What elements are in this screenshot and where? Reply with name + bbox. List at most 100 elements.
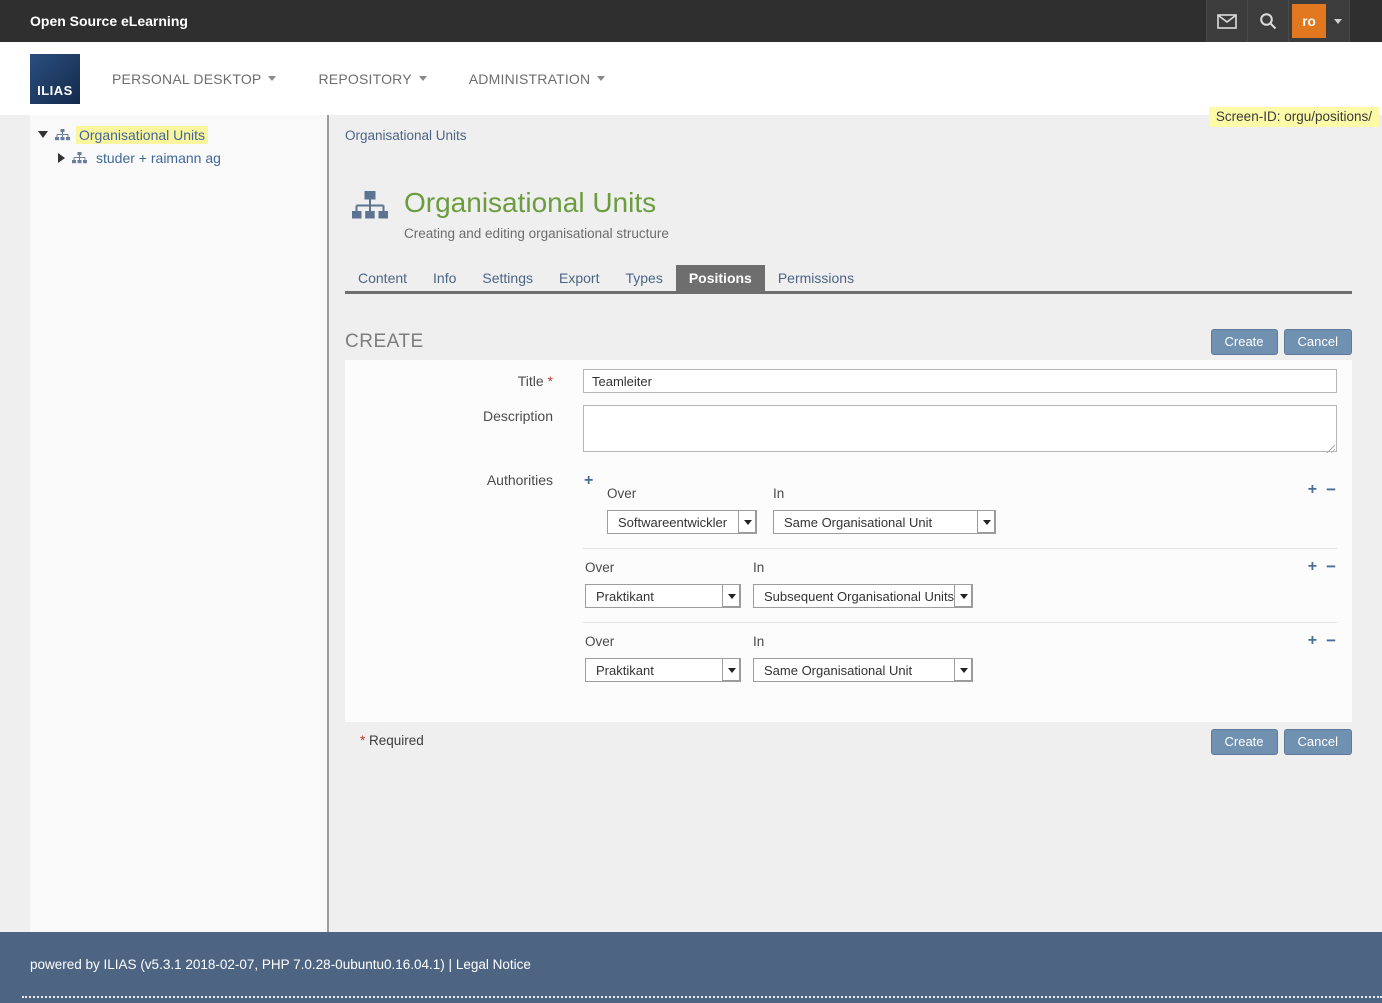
form-section-title: CREATE	[345, 331, 424, 353]
over-select[interactable]: Praktikant	[585, 658, 741, 682]
collapse-icon[interactable]	[38, 131, 48, 138]
tab-settings[interactable]: Settings	[469, 265, 546, 291]
panel-divider[interactable]	[327, 115, 329, 932]
remove-row-button[interactable]: −	[1326, 634, 1336, 648]
ilias-logo[interactable]: ILIAS	[30, 54, 80, 104]
authority-row-controls: + −	[1308, 483, 1336, 497]
form-panel: Title * Description	[345, 360, 1352, 722]
chevron-down-icon	[419, 76, 427, 81]
over-label: Over	[585, 634, 753, 649]
orgunit-page-icon	[352, 191, 388, 222]
in-select[interactable]: Subsequent Organisational Units	[753, 584, 973, 608]
cancel-button-top[interactable]: Cancel	[1284, 329, 1352, 355]
tree-link-studer-raimann-ag[interactable]: studer + raimann ag	[93, 149, 224, 167]
add-row-button[interactable]: +	[1308, 634, 1317, 648]
over-select-value: Softwareentwickler	[608, 515, 738, 530]
title-input[interactable]	[583, 369, 1337, 393]
expand-icon[interactable]	[58, 153, 65, 163]
authorities-label: Authorities	[345, 469, 583, 696]
in-select-value: Same Organisational Unit	[754, 663, 954, 678]
dropdown-button[interactable]	[977, 511, 995, 533]
tab-info[interactable]: Info	[420, 265, 469, 291]
authority-row-header: Over In	[585, 560, 1337, 575]
ilias-logo-text: ILIAS	[37, 83, 73, 98]
page-header: Organisational Units Creating and editin…	[345, 187, 1352, 241]
tab-content[interactable]: Content	[345, 265, 420, 291]
dropdown-button[interactable]	[722, 659, 740, 681]
in-label: In	[753, 634, 764, 649]
title-field-row: Title *	[345, 369, 1337, 393]
dropdown-button[interactable]	[738, 511, 756, 533]
top-icon-group: ro	[1206, 0, 1350, 42]
authority-row: Over In + − Praktikant	[583, 622, 1337, 696]
footer-dotted-divider	[22, 996, 1382, 998]
app-title: Open Source eLearning	[0, 13, 188, 29]
over-label: Over	[607, 486, 773, 501]
footer-text: powered by ILIAS (v5.3.1 2018-02-07, PHP…	[30, 957, 531, 972]
in-select[interactable]: Same Organisational Unit	[753, 658, 973, 682]
description-label: Description	[345, 405, 583, 457]
remove-row-button[interactable]: −	[1326, 560, 1336, 574]
create-button-bottom[interactable]: Create	[1211, 729, 1278, 755]
search-icon	[1259, 12, 1277, 30]
repository-tree: Organisational Units studer + raimann ag	[30, 115, 327, 932]
chevron-down-icon	[728, 594, 736, 599]
over-select-value: Praktikant	[586, 589, 722, 604]
search-button[interactable]	[1247, 0, 1288, 42]
dropdown-button[interactable]	[954, 659, 972, 681]
page-title: Organisational Units	[404, 187, 669, 219]
nav-label: PERSONAL DESKTOP	[112, 71, 261, 87]
orgunit-icon	[55, 129, 70, 141]
page-footer: powered by ILIAS (v5.3.1 2018-02-07, PHP…	[0, 932, 1382, 1003]
authority-row-selects: Softwareentwickler Same Organisational U…	[607, 510, 1337, 534]
tab-types[interactable]: Types	[612, 265, 675, 291]
authority-row-selects: Praktikant Same Organisational Unit	[585, 658, 1337, 682]
description-field-control	[583, 405, 1337, 457]
authority-row-selects: Praktikant Subsequent Organisational Uni…	[585, 584, 1337, 608]
authorities-rows: + Over In + −	[583, 469, 1337, 696]
authority-row-controls: + −	[1308, 560, 1336, 574]
over-label: Over	[585, 560, 753, 575]
nav-repository[interactable]: REPOSITORY	[318, 71, 426, 87]
in-select[interactable]: Same Organisational Unit	[773, 510, 996, 534]
authority-row-header: Over In	[607, 486, 1337, 501]
screen-id-badge: Screen-ID: orgu/positions/	[1209, 107, 1379, 127]
description-textarea[interactable]	[583, 405, 1337, 452]
in-select-value: Same Organisational Unit	[774, 515, 977, 530]
tab-bar: Content Info Settings Export Types Posit…	[345, 265, 1352, 294]
add-row-button[interactable]: +	[1308, 483, 1317, 497]
add-row-button[interactable]: +	[1308, 560, 1317, 574]
user-menu-button[interactable]: ro	[1288, 0, 1350, 42]
tree-item-studer-raimann-ag: studer + raimann ag	[30, 146, 327, 169]
form-header-row: CREATE Create Cancel	[345, 329, 1352, 355]
dropdown-button[interactable]	[722, 585, 740, 607]
over-select-value: Praktikant	[586, 663, 722, 678]
required-asterisk: *	[548, 373, 553, 389]
tab-permissions[interactable]: Permissions	[765, 265, 867, 291]
nav-personal-desktop[interactable]: PERSONAL DESKTOP	[112, 71, 276, 87]
ilias-app-window: Open Source eLearning ro ILIAS	[0, 0, 1382, 1003]
user-avatar[interactable]: ro	[1292, 4, 1326, 38]
breadcrumb-link[interactable]: Organisational Units	[345, 128, 467, 143]
nav-label: ADMINISTRATION	[469, 71, 591, 87]
over-select[interactable]: Praktikant	[585, 584, 741, 608]
tab-export[interactable]: Export	[546, 265, 612, 291]
chevron-down-icon	[960, 668, 968, 673]
legal-notice-link[interactable]: Legal Notice	[456, 957, 531, 972]
nav-administration[interactable]: ADMINISTRATION	[469, 71, 606, 87]
create-button-top[interactable]: Create	[1211, 329, 1278, 355]
tree-link-organisational-units[interactable]: Organisational Units	[76, 126, 208, 144]
cancel-button-bottom[interactable]: Cancel	[1284, 729, 1352, 755]
orgunit-icon	[72, 152, 87, 164]
remove-row-button[interactable]: −	[1326, 483, 1336, 497]
description-field-row: Description	[345, 405, 1337, 457]
tab-positions[interactable]: Positions	[676, 265, 765, 291]
nav-label: REPOSITORY	[318, 71, 411, 87]
over-select[interactable]: Softwareentwickler	[607, 510, 757, 534]
mail-button[interactable]	[1206, 0, 1247, 42]
dropdown-button[interactable]	[954, 585, 972, 607]
chevron-down-icon	[728, 668, 736, 673]
chevron-down-icon	[983, 520, 991, 525]
authority-row-header: Over In	[585, 634, 1337, 649]
main-column: Organisational Units Organisational Unit…	[345, 115, 1352, 755]
